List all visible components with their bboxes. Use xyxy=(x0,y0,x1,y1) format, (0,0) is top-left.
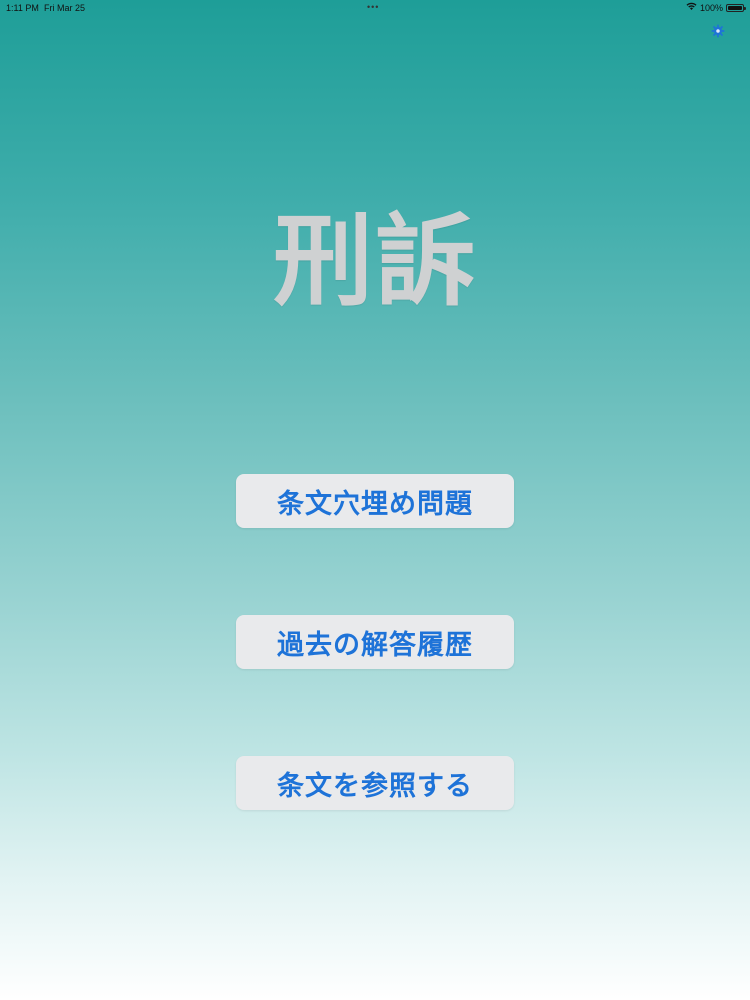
wifi-icon xyxy=(686,2,697,13)
status-bar: 1:11 PM Fri Mar 25 ••• 100% xyxy=(0,0,750,16)
battery-icon xyxy=(726,3,746,12)
reference-articles-button[interactable]: 条文を参照する xyxy=(236,756,514,810)
multitasking-dots[interactable]: ••• xyxy=(367,2,379,12)
status-date: Fri Mar 25 xyxy=(44,3,86,13)
gear-icon xyxy=(711,23,725,42)
fill-in-blank-button[interactable]: 条文穴埋め問題 xyxy=(236,474,514,528)
status-time: 1:11 PM xyxy=(6,3,39,13)
settings-button[interactable] xyxy=(708,22,728,42)
status-right: 100% xyxy=(686,2,746,13)
answer-history-button[interactable]: 過去の解答履歴 xyxy=(236,615,514,669)
battery-percent: 100% xyxy=(699,2,723,13)
app-title: 刑訴 xyxy=(273,202,477,320)
